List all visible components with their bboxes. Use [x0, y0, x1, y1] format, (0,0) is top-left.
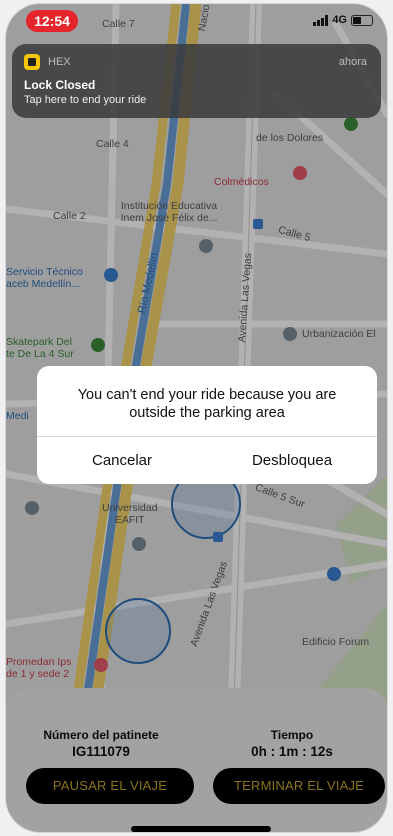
- notification-app-name: HEX: [48, 56, 71, 68]
- home-indicator[interactable]: [131, 826, 271, 832]
- alert-message: You can't end your ride because you are …: [77, 387, 337, 421]
- unlock-button[interactable]: Desbloquea: [207, 437, 377, 484]
- notification-title: Lock Closed: [24, 78, 96, 92]
- cancel-button[interactable]: Cancelar: [37, 437, 207, 484]
- phone-screen: Calle 7 Nacional de los Dolores Calle 4 …: [6, 4, 387, 832]
- signal-icon: [313, 14, 329, 26]
- network-type: 4G: [332, 14, 347, 26]
- notification-body: Tap here to end your ride: [24, 94, 147, 106]
- alert-dialog: You can't end your ride because you are …: [37, 366, 377, 484]
- notification-banner[interactable]: HEX ahora Lock Closed Tap here to end yo…: [12, 44, 381, 118]
- notification-time: ahora: [338, 56, 367, 68]
- status-indicators: 4G: [313, 14, 373, 26]
- battery-icon: [351, 14, 373, 26]
- app-logo-icon: [24, 54, 40, 70]
- status-bar: 12:54 4G: [6, 4, 387, 44]
- status-time: 12:54: [26, 10, 78, 32]
